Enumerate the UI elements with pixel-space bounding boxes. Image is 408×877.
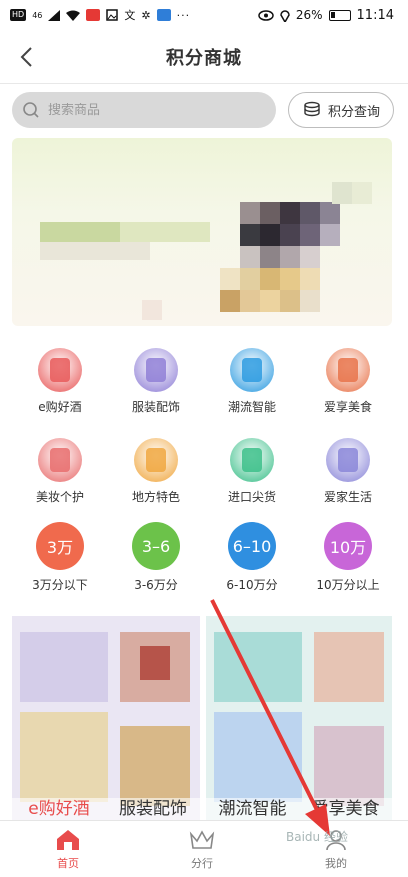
eye-icon [258, 9, 274, 21]
tab-home[interactable]: 首页 [23, 821, 113, 877]
image-icon [106, 9, 119, 21]
category-label: 潮流智能 [227, 400, 276, 414]
category-section: e购好酒 服装配饰 潮流智能 爱享美食 美妆个护 地方特色 进口尖货 爱家生活 3万 3万分以下 3… [0, 336, 408, 606]
back-button[interactable] [12, 42, 40, 72]
search-input[interactable] [48, 102, 258, 118]
category-item[interactable]: 潮流智能 [204, 348, 300, 424]
page-title: 积分商城 [166, 47, 242, 69]
category-label: e购好酒 [38, 400, 82, 414]
category-label: 爱家生活 [323, 490, 372, 504]
product-card[interactable]: 潮流智能 爱享美食 [206, 616, 392, 820]
points-query-button[interactable]: 积分查询 [288, 92, 394, 128]
product-label: e购好酒 [12, 798, 106, 820]
point-range-label: 3万分以下 [32, 578, 88, 592]
point-range-badge: 10万 [324, 522, 372, 570]
smart-device-icon [230, 348, 274, 392]
point-range-badge: 3–6 [132, 522, 180, 570]
hd-indicator: HD [10, 9, 27, 21]
tab-branch[interactable]: 分行 [157, 821, 247, 877]
product-section: e购好酒 服装配饰 潮流智能 爱享美食 [0, 606, 408, 820]
point-range-item[interactable]: 10万 10万分以上 [300, 522, 396, 602]
cosmetics-icon [38, 438, 82, 482]
coins-icon [304, 101, 320, 117]
product-label: 服装配饰 [106, 798, 200, 820]
search-bar[interactable] [12, 92, 276, 128]
category-label: 服装配饰 [131, 400, 180, 414]
point-range-label: 3-6万分 [134, 578, 178, 592]
app-notification-icon [86, 9, 101, 21]
category-label: 美妆个护 [35, 490, 84, 504]
search-row: 积分查询 [0, 84, 408, 136]
banner-section [0, 136, 408, 336]
tab-mine-label: 我的 [325, 857, 347, 870]
message-icon [156, 9, 171, 21]
point-range-item[interactable]: 3–6 3-6万分 [108, 522, 204, 602]
point-range-label: 10万分以上 [316, 578, 380, 592]
point-range-badge: 6–10 [228, 522, 276, 570]
category-label: 爱享美食 [323, 400, 372, 414]
crown-icon [189, 830, 215, 849]
more-icon: ··· [176, 8, 191, 22]
battery-icon [328, 9, 351, 21]
status-bar: HD 46 文 ✲ ··· 26% 11:14 [0, 0, 408, 30]
home-life-icon [326, 438, 370, 482]
cell-signal-icon [48, 9, 61, 21]
nav-header: 积分商城 [0, 30, 408, 84]
category-label: 地方特色 [131, 490, 180, 504]
category-item[interactable]: 地方特色 [108, 438, 204, 514]
category-label: 进口尖货 [227, 490, 276, 504]
bluetooth-icon: ✲ [141, 8, 151, 22]
point-range-item[interactable]: 3万 3万分以下 [12, 522, 108, 602]
product-label: 爱享美食 [299, 798, 392, 820]
signal-label: 46 [32, 10, 43, 20]
imported-goods-icon [230, 438, 274, 482]
points-query-label: 积分查询 [327, 104, 380, 120]
clothing-icon [134, 348, 178, 392]
tab-branch-label: 分行 [191, 857, 213, 870]
point-range-label: 6-10万分 [226, 578, 278, 592]
watermark: Baidu 经验 [286, 830, 348, 844]
point-range-badge: 3万 [36, 522, 84, 570]
home-icon [57, 830, 79, 850]
food-icon [326, 348, 370, 392]
point-range-item[interactable]: 6–10 6-10万分 [204, 522, 300, 602]
category-item[interactable]: 美妆个护 [12, 438, 108, 514]
product-label: 潮流智能 [206, 798, 299, 820]
category-item[interactable]: 爱家生活 [300, 438, 396, 514]
category-item[interactable]: 服装配饰 [108, 348, 204, 424]
tab-home-label: 首页 [57, 857, 79, 870]
wifi-icon [66, 10, 81, 21]
product-card[interactable]: e购好酒 服装配饰 [12, 616, 200, 820]
battery-percent: 26% [295, 8, 323, 22]
category-item[interactable]: 进口尖货 [204, 438, 300, 514]
app-screen: HD 46 文 ✲ ··· 26% 11:14 积分商城 搜索商品 积分查询 e… [0, 0, 408, 877]
local-specialty-icon [134, 438, 178, 482]
promo-banner[interactable] [12, 138, 392, 326]
chevron-left-icon [20, 47, 32, 67]
category-item[interactable]: e购好酒 [12, 348, 108, 424]
location-icon [280, 9, 290, 22]
clock-time: 11:14 [356, 7, 394, 23]
category-item[interactable]: 爱享美食 [300, 348, 396, 424]
search-icon [23, 102, 39, 118]
text-notification-icon: 文 [124, 9, 136, 22]
wine-icon [38, 348, 82, 392]
